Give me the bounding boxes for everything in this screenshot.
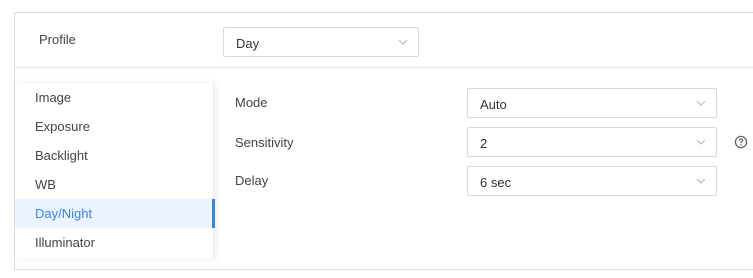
menu-item-exposure[interactable]: Exposure — [15, 112, 213, 141]
profile-select-value: Day — [236, 36, 260, 51]
chevron-down-icon — [696, 100, 706, 106]
help-icon[interactable] — [734, 135, 748, 149]
menu-item-illuminator[interactable]: Illuminator — [15, 228, 213, 257]
sensitivity-label: Sensitivity — [235, 135, 294, 150]
mode-select-value: Auto — [480, 97, 507, 112]
settings-panel: Profile Day Image Exposure Backlight WB … — [14, 12, 753, 270]
mode-label: Mode — [235, 95, 268, 110]
delay-label: Delay — [235, 173, 269, 188]
menu-item-wb[interactable]: WB — [15, 170, 213, 199]
sensitivity-select[interactable]: 2 — [467, 127, 717, 157]
profile-select[interactable]: Day — [223, 27, 419, 57]
side-menu: Image Exposure Backlight WB Day/Night Il… — [15, 83, 215, 259]
chevron-down-icon — [696, 178, 706, 184]
delay-select[interactable]: 6 sec — [467, 166, 717, 196]
profile-label: Profile — [39, 32, 76, 47]
menu-item-backlight[interactable]: Backlight — [15, 141, 213, 170]
menu-item-day-night[interactable]: Day/Night — [15, 199, 215, 228]
menu-item-image[interactable]: Image — [15, 83, 213, 112]
chevron-down-icon — [398, 39, 408, 45]
sensitivity-select-value: 2 — [480, 136, 488, 151]
delay-select-value: 6 sec — [480, 175, 512, 190]
profile-row: Profile Day — [15, 13, 753, 68]
mode-select[interactable]: Auto — [467, 88, 717, 118]
chevron-down-icon — [696, 139, 706, 145]
